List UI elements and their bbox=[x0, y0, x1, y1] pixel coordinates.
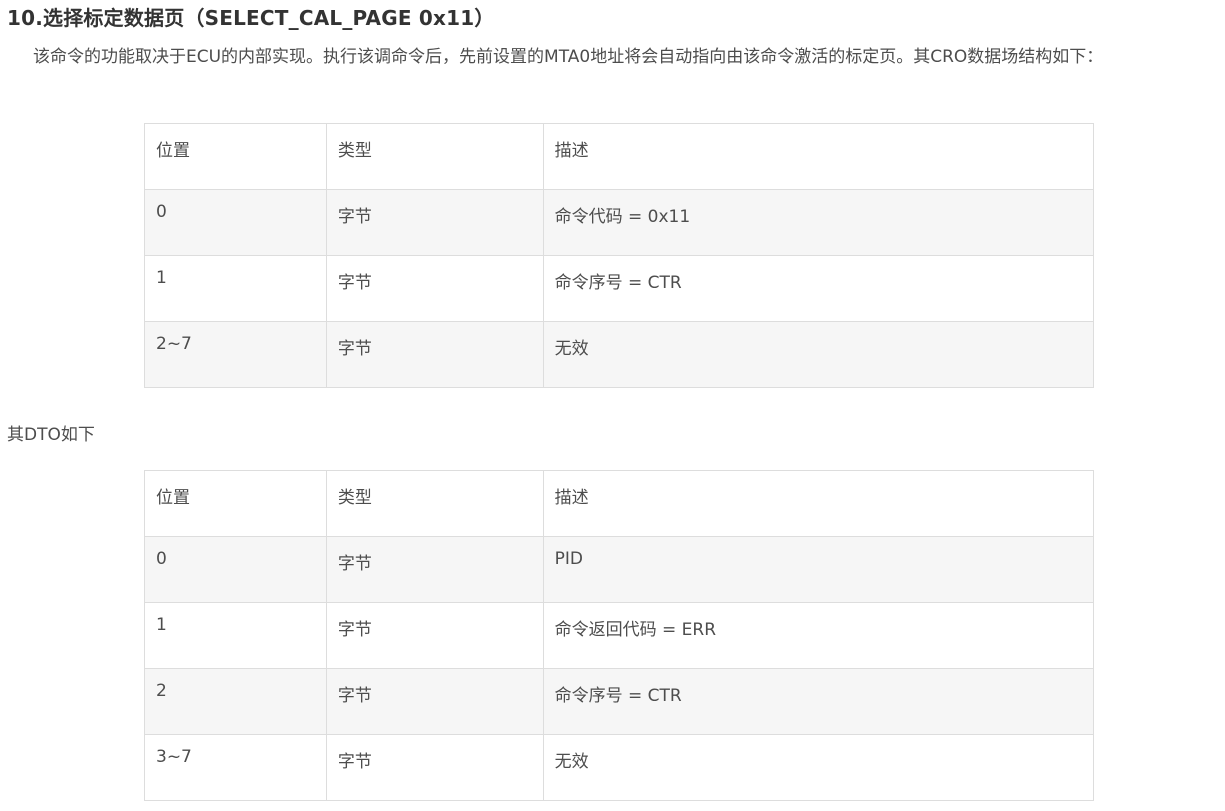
intro-paragraph: 该命令的功能取决于ECU的内部实现。执行该调命令后，先前设置的MTA0地址将会自… bbox=[33, 47, 1104, 67]
cro-data-table: 位置 类型 描述 0 字节 命令代码 = 0x11 1 字节 命令序号 = CT… bbox=[144, 123, 1095, 388]
cell-position: 0 bbox=[144, 189, 327, 256]
cell-type: 字节 bbox=[325, 734, 544, 801]
cell-type: 字节 bbox=[325, 255, 544, 322]
cell-description: 命令序号 = CTR bbox=[542, 255, 1095, 322]
cell-position: 0 bbox=[144, 536, 327, 603]
cell-position: 1 bbox=[144, 602, 327, 669]
header-cell-description: 描述 bbox=[542, 123, 1095, 190]
table-row: 2~7 字节 无效 bbox=[144, 321, 1095, 388]
table-row: 0 字节 命令代码 = 0x11 bbox=[144, 189, 1095, 256]
cell-position: 2 bbox=[144, 668, 327, 735]
header-cell-type: 类型 bbox=[325, 470, 544, 537]
table-row: 3~7 字节 无效 bbox=[144, 734, 1095, 801]
cell-description: 命令代码 = 0x11 bbox=[542, 189, 1095, 256]
table-header-row: 位置 类型 描述 bbox=[144, 470, 1095, 537]
table-row: 1 字节 命令返回代码 = ERR bbox=[144, 602, 1095, 669]
dto-data-table: 位置 类型 描述 0 字节 PID 1 字节 命令返回代码 = ERR 2 字节… bbox=[144, 470, 1095, 801]
cell-position: 1 bbox=[144, 255, 327, 322]
table-row: 1 字节 命令序号 = CTR bbox=[144, 255, 1095, 322]
cell-position: 3~7 bbox=[144, 734, 327, 801]
table-row: 0 字节 PID bbox=[144, 536, 1095, 603]
cell-type: 字节 bbox=[325, 321, 544, 388]
cell-type: 字节 bbox=[325, 536, 544, 603]
cell-type: 字节 bbox=[325, 668, 544, 735]
cell-description: 无效 bbox=[542, 734, 1095, 801]
cell-position: 2~7 bbox=[144, 321, 327, 388]
header-cell-position: 位置 bbox=[144, 123, 327, 190]
table-header-row: 位置 类型 描述 bbox=[144, 123, 1095, 190]
dto-intro-text: 其DTO如下 bbox=[7, 425, 95, 445]
header-cell-position: 位置 bbox=[144, 470, 327, 537]
cell-description: PID bbox=[542, 536, 1095, 603]
cell-description: 命令返回代码 = ERR bbox=[542, 602, 1095, 669]
header-cell-type: 类型 bbox=[325, 123, 544, 190]
cell-type: 字节 bbox=[325, 189, 544, 256]
cell-type: 字节 bbox=[325, 602, 544, 669]
table-row: 2 字节 命令序号 = CTR bbox=[144, 668, 1095, 735]
section-heading: 10.选择标定数据页（SELECT_CAL_PAGE 0x11） bbox=[7, 6, 495, 30]
header-cell-description: 描述 bbox=[542, 470, 1095, 537]
cell-description: 命令序号 = CTR bbox=[542, 668, 1095, 735]
cell-description: 无效 bbox=[542, 321, 1095, 388]
